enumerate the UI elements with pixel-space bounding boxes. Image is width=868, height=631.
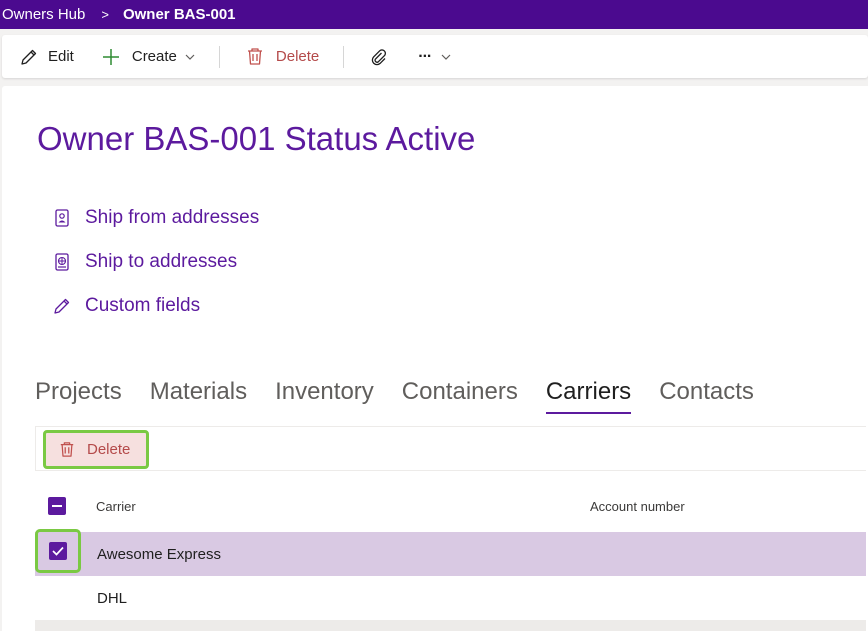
select-all-checkbox[interactable] (48, 497, 66, 515)
plus-icon (102, 48, 120, 66)
tab-projects[interactable]: Projects (35, 378, 122, 414)
tab-carriers[interactable]: Carriers (545, 378, 632, 414)
cell-carrier: Awesome Express (97, 546, 221, 563)
grid-delete-button[interactable]: Delete (43, 430, 149, 469)
trash-icon (246, 47, 264, 66)
edit-button[interactable]: Edit (20, 35, 74, 78)
delete-label: Delete (275, 48, 320, 65)
indeterminate-icon (52, 505, 62, 507)
related-links: Ship from addresses Ship to addresses Cu… (50, 196, 259, 328)
more-options-button[interactable]: ··· (418, 35, 451, 78)
checkmark-icon (49, 542, 67, 560)
top-nav-bar: Owners Hub > Owner BAS-001 (0, 0, 868, 29)
attach-button[interactable] (370, 35, 388, 78)
pencil-icon (20, 48, 38, 66)
table-row[interactable]: DHL (35, 576, 866, 620)
breadcrumb-separator-icon: > (101, 7, 109, 22)
globe-card-icon (50, 253, 74, 271)
page-title: Owner BAS-001 Status Active (37, 120, 476, 157)
create-button[interactable]: Create (102, 35, 195, 78)
tab-bar: Projects Materials Inventory Containers … (35, 378, 782, 414)
link-label: Ship from addresses (85, 207, 260, 228)
grid-delete-label: Delete (87, 441, 131, 458)
create-label: Create (131, 48, 177, 65)
delete-button[interactable]: Delete (246, 35, 319, 78)
grid-toolbar: Delete (35, 426, 866, 471)
link-ship-from-addresses[interactable]: Ship from addresses (50, 196, 259, 240)
trash-icon (59, 441, 75, 458)
contact-card-icon (50, 209, 74, 227)
table-row[interactable]: Awesome Express (35, 529, 866, 576)
grid-header: Carrier Account number (35, 484, 866, 528)
tab-contacts[interactable]: Contacts (659, 378, 754, 414)
link-label: Custom fields (85, 295, 201, 316)
column-header-carrier[interactable]: Carrier (96, 499, 136, 514)
pencil-icon (50, 297, 74, 315)
tab-containers[interactable]: Containers (402, 378, 518, 414)
row-checkbox[interactable] (35, 529, 81, 573)
chevron-down-icon (185, 54, 195, 60)
toolbar-divider (218, 45, 220, 68)
command-bar: Edit Create Delete ··· (2, 35, 868, 78)
tab-inventory[interactable]: Inventory (275, 378, 374, 414)
breadcrumb-current: Owner BAS-001 (122, 6, 236, 23)
grid-footer (35, 620, 866, 631)
link-ship-to-addresses[interactable]: Ship to addresses (50, 240, 259, 284)
link-custom-fields[interactable]: Custom fields (50, 284, 259, 328)
breadcrumb-owners-hub[interactable]: Owners Hub (0, 6, 85, 23)
toolbar-divider (343, 45, 345, 68)
chevron-down-icon (441, 54, 451, 60)
tab-materials[interactable]: Materials (150, 378, 247, 414)
ellipsis-icon: ··· (418, 47, 432, 65)
paperclip-icon (370, 48, 388, 66)
edit-label: Edit (48, 48, 74, 65)
column-header-account-number[interactable]: Account number (590, 499, 685, 514)
cell-carrier: DHL (97, 590, 128, 607)
link-label: Ship to addresses (85, 251, 238, 272)
